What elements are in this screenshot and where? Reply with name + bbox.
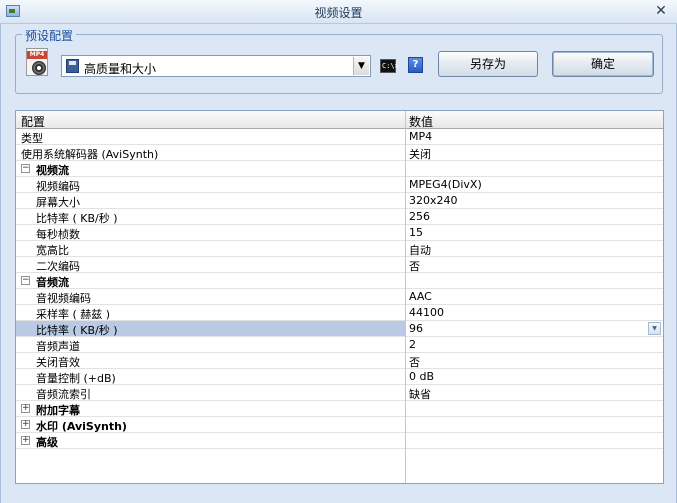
row-value: 否 <box>409 356 420 369</box>
row-label: 宽高比 <box>36 244 69 257</box>
row-value: 自动 <box>409 244 431 257</box>
row-label: 关闭音效 <box>36 356 80 369</box>
row-value: 15 <box>409 226 423 239</box>
group-row[interactable]: + 高级 <box>16 433 663 449</box>
table-row[interactable]: 关闭音效 否 <box>16 353 663 369</box>
mp4-file-icon: MP4 <box>26 48 52 78</box>
value-dropdown-icon[interactable]: ▼ <box>648 322 661 335</box>
floppy-disk-icon <box>66 59 79 73</box>
row-value: AAC <box>409 290 432 303</box>
table-row[interactable]: 每秒桢数 15 <box>16 225 663 241</box>
group-row[interactable]: − 音频流 <box>16 273 663 289</box>
preset-group: 预设配置 MP4 高质量和大小 ▼ C:\> ? 另存为 确定 <box>15 27 663 94</box>
group-row[interactable]: + 附加字幕 <box>16 401 663 417</box>
row-label: 采样率 ( 赫兹 ) <box>36 308 111 321</box>
row-label: 二次编码 <box>36 260 80 273</box>
row-label: 视频编码 <box>36 180 80 193</box>
expand-icon[interactable]: + <box>21 404 30 413</box>
table-row[interactable]: 二次编码 否 <box>16 257 663 273</box>
row-value: MP4 <box>409 130 433 143</box>
row-label: 每秒桢数 <box>36 228 80 241</box>
row-label: 比特率 ( KB/秒 ) <box>36 324 118 337</box>
dialog-body: 预设配置 MP4 高质量和大小 ▼ C:\> ? 另存为 确定 配置 数值 类型… <box>0 24 677 503</box>
group-row[interactable]: − 视频流 <box>16 161 663 177</box>
row-label: 音量控制 (+dB) <box>36 372 116 385</box>
settings-grid: 配置 数值 类型 MP4 使用系统解码器 (AviSynth) 关闭 − 视频流 视频编码 M… <box>15 110 664 484</box>
row-label: 音频声道 <box>36 340 80 353</box>
row-value: 0 dB <box>409 370 435 383</box>
table-row[interactable]: 比特率 ( KB/秒 ) 256 <box>16 209 663 225</box>
row-label: 使用系统解码器 (AviSynth) <box>21 148 159 161</box>
expand-icon[interactable]: + <box>21 420 30 429</box>
table-row[interactable]: 视频编码 MPEG4(DivX) <box>16 177 663 193</box>
row-value: MPEG4(DivX) <box>409 178 482 191</box>
row-value: 320x240 <box>409 194 458 207</box>
column-divider[interactable] <box>405 111 406 483</box>
row-label: 屏幕大小 <box>36 196 80 209</box>
command-prompt-icon[interactable]: C:\> <box>380 59 399 73</box>
row-value: 缺省 <box>409 388 431 401</box>
row-label: 类型 <box>21 132 43 145</box>
collapse-icon[interactable]: − <box>21 276 30 285</box>
preset-group-label: 预设配置 <box>22 27 77 44</box>
expand-icon[interactable]: + <box>21 436 30 445</box>
table-row[interactable]: 音量控制 (+dB) 0 dB <box>16 369 663 385</box>
help-icon[interactable]: ? <box>408 57 423 73</box>
row-label: 音频流 <box>36 276 69 289</box>
row-label: 高级 <box>36 436 58 449</box>
column-header-value[interactable]: 数值 <box>409 113 433 130</box>
close-icon[interactable]: ✕ <box>653 3 669 19</box>
table-row[interactable]: 音频声道 2 <box>16 337 663 353</box>
group-row[interactable]: + 水印 (AviSynth) <box>16 417 663 433</box>
table-row[interactable]: 比特率 ( KB/秒 ) 96 ▼ <box>16 321 663 337</box>
table-row[interactable]: 类型 MP4 <box>16 129 663 145</box>
ok-button[interactable]: 确定 <box>552 51 654 77</box>
column-header-name[interactable]: 配置 <box>21 113 45 130</box>
grid-header: 配置 数值 <box>16 111 663 129</box>
row-label: 比特率 ( KB/秒 ) <box>36 212 118 225</box>
row-value: 44100 <box>409 306 444 319</box>
preset-dropdown-value: 高质量和大小 <box>84 62 157 76</box>
table-row[interactable]: 音视频编码 AAC <box>16 289 663 305</box>
row-value: 256 <box>409 210 430 223</box>
chevron-down-icon[interactable]: ▼ <box>353 57 369 75</box>
row-value[interactable]: 96 <box>409 322 423 335</box>
table-row[interactable]: 音频流索引 缺省 <box>16 385 663 401</box>
row-label: 音频流索引 <box>36 388 91 401</box>
row-label: 音视频编码 <box>36 292 91 305</box>
row-value: 否 <box>409 260 420 273</box>
row-label: 视频流 <box>36 164 69 177</box>
row-value: 关闭 <box>409 148 431 161</box>
row-label: 水印 (AviSynth) <box>36 420 127 433</box>
save-as-button[interactable]: 另存为 <box>438 51 538 77</box>
table-row[interactable]: 采样率 ( 赫兹 ) 44100 <box>16 305 663 321</box>
table-row[interactable]: 宽高比 自动 <box>16 241 663 257</box>
table-row[interactable]: 使用系统解码器 (AviSynth) 关闭 <box>16 145 663 161</box>
window-title: 视频设置 <box>314 6 363 20</box>
title-bar: 视频设置 ✕ <box>0 0 677 24</box>
table-row[interactable]: 屏幕大小 320x240 <box>16 193 663 209</box>
preset-dropdown[interactable]: 高质量和大小 ▼ <box>61 55 371 77</box>
row-label: 附加字幕 <box>36 404 80 417</box>
collapse-icon[interactable]: − <box>21 164 30 173</box>
row-value: 2 <box>409 338 416 351</box>
